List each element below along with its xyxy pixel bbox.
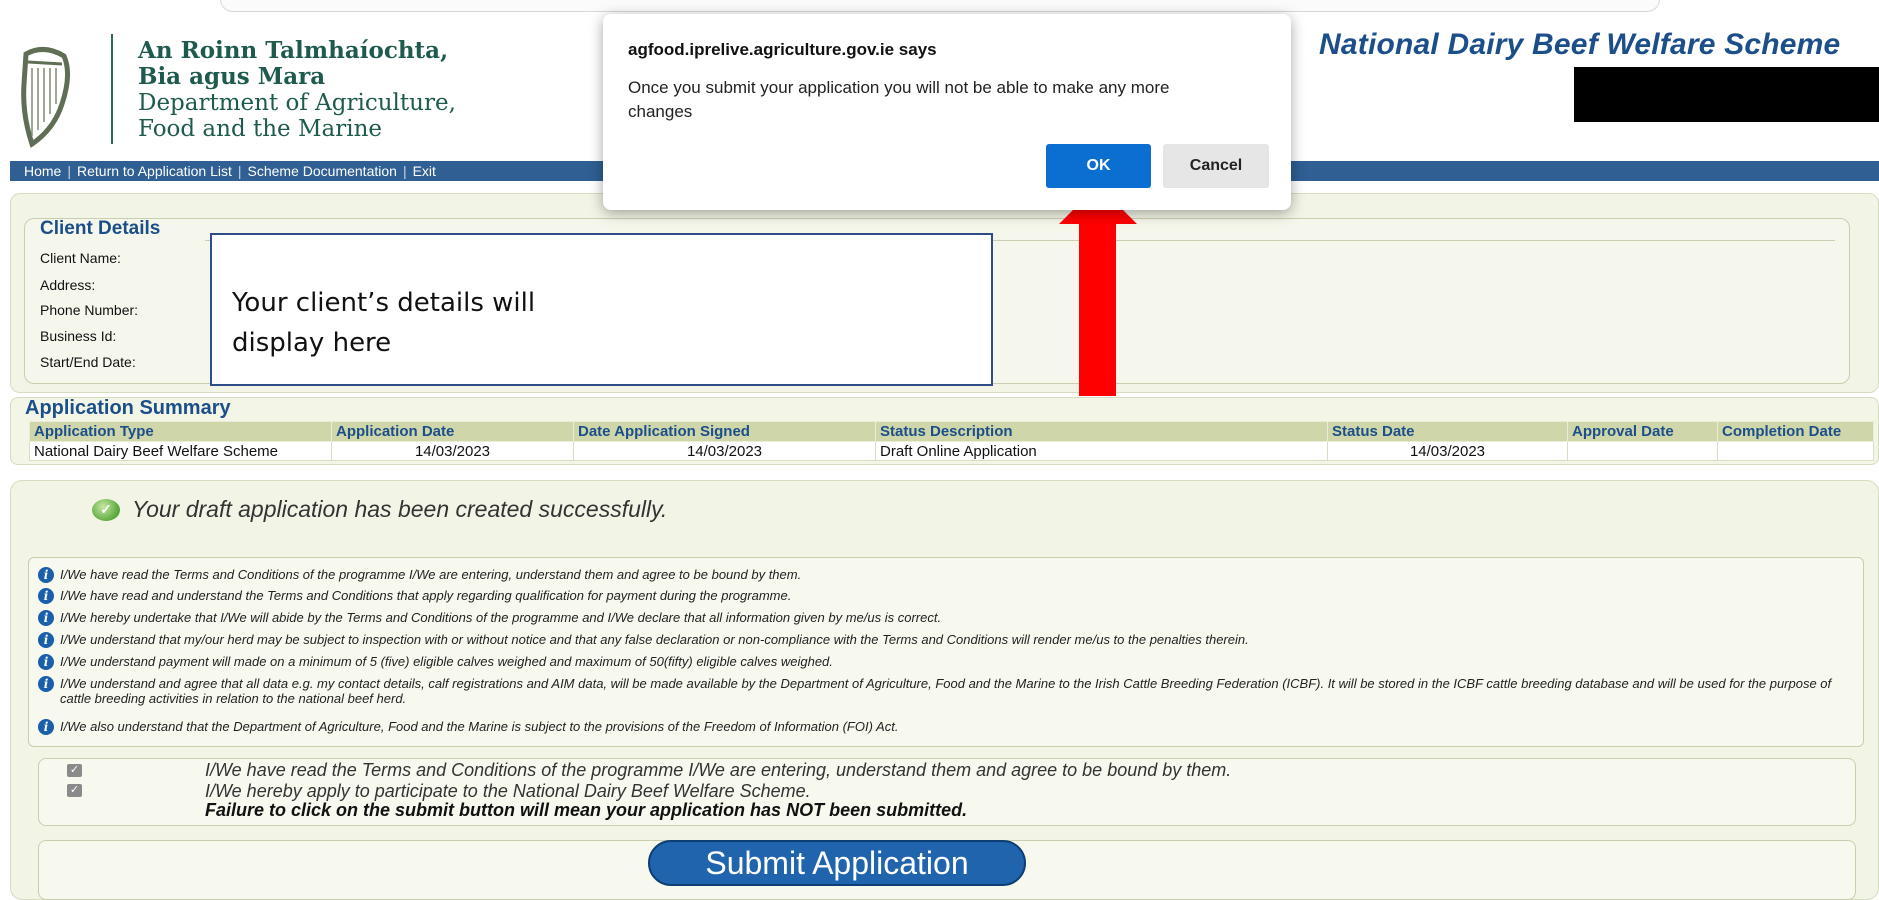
- callout-line-1: Your client’s details will: [232, 288, 536, 318]
- dept-line-1: An Roinn Talmhaíochta,: [138, 37, 449, 64]
- term-text: I/We have read the Terms and Conditions …: [60, 567, 802, 582]
- term-item: i I/We understand and agree that all data…: [38, 676, 1838, 706]
- client-details-title: Client Details: [40, 218, 161, 239]
- col-date-application-signed: Date Application Signed: [573, 421, 876, 442]
- col-status-date: Status Date: [1327, 421, 1568, 442]
- cell-date-signed: 14/03/2023: [573, 441, 876, 461]
- table-header-row: Application Type Application Date Date A…: [29, 421, 1874, 442]
- nav-return-to-application-list[interactable]: Return to Application List: [77, 163, 232, 179]
- term-item: i I/We understand payment will made on a …: [38, 654, 1838, 670]
- info-icon: i: [38, 632, 54, 648]
- apply-checkbox-label: I/We hereby apply to participate to the …: [205, 781, 811, 801]
- header-divider: [111, 34, 113, 144]
- cancel-button[interactable]: Cancel: [1163, 144, 1269, 188]
- submit-warning: Failure to click on the submit button wi…: [205, 800, 968, 820]
- cell-application-date: 14/03/2023: [331, 441, 574, 461]
- term-text: I/We understand that my/our herd may be …: [60, 632, 1249, 647]
- nav-separator: |: [237, 163, 242, 179]
- business-id-label: Business Id:: [40, 328, 117, 344]
- term-item: i I/We hereby undertake that I/We will ab…: [38, 610, 1838, 626]
- cell-status-date: 14/03/2023: [1327, 441, 1568, 461]
- info-icon: i: [38, 719, 54, 735]
- dept-line-4: Food and the Marine: [138, 116, 383, 142]
- department-name: An Roinn Talmhaíochta, Bia agus Mara Dep…: [138, 37, 456, 143]
- success-message: ✓ Your draft application has been create…: [92, 496, 667, 523]
- info-icon: i: [38, 676, 54, 692]
- nav-scheme-documentation[interactable]: Scheme Documentation: [248, 163, 397, 179]
- col-application-type: Application Type: [29, 421, 332, 442]
- success-text: Your draft application has been created …: [132, 496, 668, 522]
- table-row: National Dairy Beef Welfare Scheme 14/03…: [29, 441, 1874, 461]
- cell-application-type: National Dairy Beef Welfare Scheme: [29, 441, 332, 461]
- nav-separator: |: [67, 163, 71, 179]
- harp-icon: [21, 47, 70, 148]
- col-completion-date: Completion Date: [1717, 421, 1874, 442]
- dialog-origin: agfood.iprelive.agriculture.gov.ie says: [628, 40, 937, 59]
- submit-application-button[interactable]: Submit Application: [648, 840, 1026, 886]
- address-bar[interactable]: [220, 0, 1660, 12]
- address-label: Address:: [40, 277, 96, 293]
- cell-completion-date: [1717, 441, 1874, 461]
- application-summary-title: Application Summary: [25, 397, 231, 419]
- cell-status-description: Draft Online Application: [875, 441, 1328, 461]
- nav-home[interactable]: Home: [24, 163, 61, 179]
- cell-approval-date: [1567, 441, 1718, 461]
- apply-checkbox[interactable]: ✓: [67, 784, 82, 797]
- col-status-description: Status Description: [875, 421, 1328, 442]
- term-item: i I/We understand that my/our herd may be…: [38, 632, 1838, 648]
- info-icon: i: [38, 588, 54, 604]
- success-check-icon: ✓: [92, 498, 120, 521]
- terms-checkbox[interactable]: ✓: [67, 764, 82, 777]
- info-icon: i: [38, 654, 54, 670]
- col-approval-date: Approval Date: [1567, 421, 1718, 442]
- red-arrow-shaft: [1079, 222, 1116, 396]
- dept-line-3: Department of Agriculture,: [138, 90, 456, 116]
- callout-line-2: display here: [232, 328, 392, 358]
- term-item: i I/We also understand that the Departmen…: [38, 719, 1838, 735]
- nav-separator: |: [402, 163, 407, 179]
- confirm-dialog: agfood.iprelive.agriculture.gov.ie says …: [603, 14, 1291, 210]
- col-application-date: Application Date: [331, 421, 574, 442]
- term-text: I/We understand and agree that all data …: [60, 676, 1832, 706]
- redacted-block: [1574, 67, 1879, 122]
- phone-number-label: Phone Number:: [40, 302, 139, 318]
- scheme-title: National Dairy Beef Welfare Scheme: [1319, 28, 1841, 61]
- term-text: I/We hereby undertake that I/We will abi…: [60, 610, 942, 625]
- application-summary-table: Application Type Application Date Date A…: [29, 421, 1874, 461]
- terms-checkbox-label: I/We have read the Terms and Conditions …: [205, 760, 1232, 780]
- term-text: I/We have read and understand the Terms …: [60, 588, 792, 603]
- ok-button[interactable]: OK: [1046, 144, 1151, 188]
- dialog-message: Once you submit your application you wil…: [628, 78, 1170, 121]
- client-details-callout: Your client’s details will display here: [210, 233, 993, 386]
- nav-exit[interactable]: Exit: [413, 163, 436, 179]
- term-item: i I/We have read and understand the Terms…: [38, 588, 1838, 604]
- term-text: I/We also understand that the Department…: [60, 719, 899, 734]
- start-end-date-label: Start/End Date:: [40, 354, 136, 370]
- info-icon: i: [38, 610, 54, 626]
- term-item: i I/We have read the Terms and Conditions…: [38, 567, 1838, 583]
- info-icon: i: [38, 567, 54, 583]
- term-text: I/We understand payment will made on a m…: [60, 654, 833, 669]
- browser-top-strip: [0, 0, 1879, 14]
- client-name-label: Client Name:: [40, 250, 121, 266]
- dept-line-2: Bia agus Mara: [138, 63, 326, 90]
